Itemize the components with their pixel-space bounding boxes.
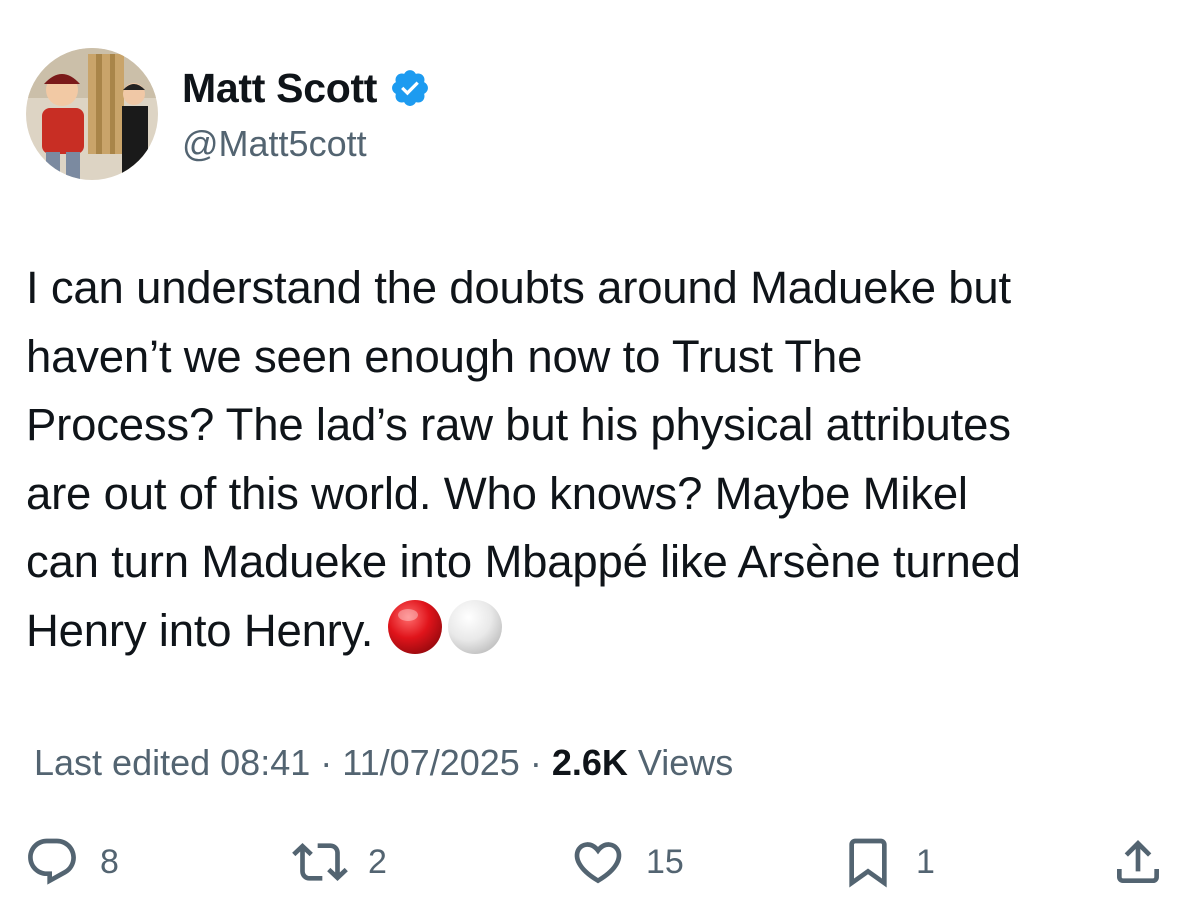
- repost-icon: [292, 843, 348, 881]
- tweet-meta: Last edited 08:41 · 11/07/2025 · 2.6K Vi…: [34, 738, 733, 788]
- author-handle[interactable]: @Matt5cott: [182, 120, 367, 168]
- bookmark-button[interactable]: 1: [840, 832, 935, 892]
- meta-separator: ·: [529, 742, 542, 783]
- tweet-line: can turn Madueke into Mbappé like Arsène…: [26, 536, 1021, 587]
- edited-label[interactable]: Last edited: [34, 742, 210, 783]
- repost-button[interactable]: 2: [292, 832, 387, 892]
- reply-icon: [28, 838, 76, 885]
- tweet-line: haven’t we seen enough now to Trust The: [26, 330, 863, 382]
- meta-separator: ·: [320, 742, 333, 783]
- reply-count: 8: [100, 842, 119, 881]
- reply-button[interactable]: 8: [24, 832, 119, 892]
- verified-badge-icon: [389, 67, 431, 109]
- tweet-line: are out of this world. Who knows? Maybe …: [26, 467, 968, 519]
- tweet-date[interactable]: 11/07/2025: [342, 742, 520, 783]
- share-icon: [1117, 840, 1159, 883]
- author-name-row[interactable]: Matt Scott: [182, 62, 431, 114]
- views-count: 2.6K: [551, 742, 628, 783]
- bookmark-icon: [849, 838, 887, 888]
- bookmark-count: 1: [916, 842, 935, 881]
- share-button[interactable]: [1110, 832, 1166, 892]
- author-name[interactable]: Matt Scott: [182, 62, 377, 114]
- tweet-line: I can understand the doubts around Madue…: [26, 262, 1011, 313]
- repost-count: 2: [368, 842, 387, 881]
- tweet-line-text: Henry into Henry.: [26, 604, 374, 656]
- tweet-line: Process? The lad’s raw but his physical …: [26, 399, 1011, 450]
- like-count: 15: [646, 842, 684, 881]
- like-button[interactable]: 15: [570, 832, 684, 892]
- tweet-line-last: Henry into Henry.: [26, 597, 1176, 666]
- views-label: Views: [637, 742, 734, 783]
- red-circle-emoji-icon: [386, 598, 444, 656]
- avatar[interactable]: [26, 48, 158, 180]
- tweet-text: I can understand the doubts around Madue…: [26, 254, 1176, 665]
- white-circle-emoji-icon: [446, 598, 504, 656]
- heart-icon: [574, 842, 622, 884]
- tweet-time[interactable]: 08:41: [220, 742, 310, 783]
- action-bar: 8 2 15 1: [0, 832, 1200, 892]
